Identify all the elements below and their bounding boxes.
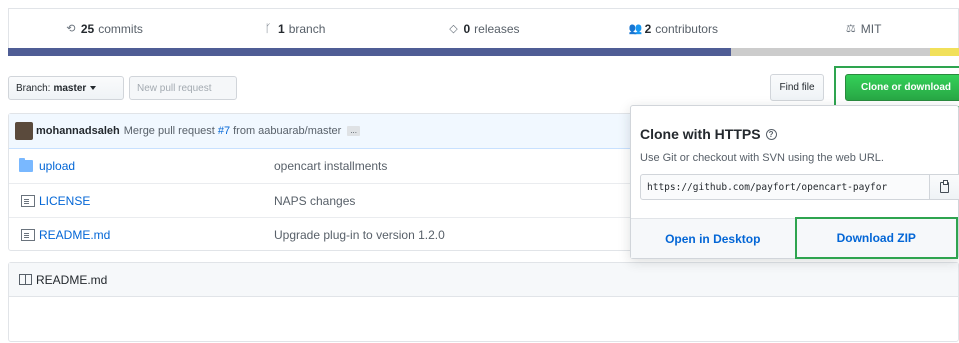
license-label: MIT xyxy=(860,21,882,36)
clone-dropdown-footer: Open in Desktop Download ZIP xyxy=(631,217,958,259)
file-commit-message[interactable]: opencart installments xyxy=(274,159,387,173)
contributors-link[interactable]: 👥 2 contributors xyxy=(578,9,768,48)
file-name-link[interactable]: upload xyxy=(39,159,75,173)
new-pull-request-button[interactable]: New pull request xyxy=(129,76,237,100)
clone-dropdown-title: Clone with HTTPS ? xyxy=(640,126,777,142)
history-icon: ⟲ xyxy=(66,22,76,35)
copy-url-button[interactable] xyxy=(930,174,959,200)
clone-button-label: Clone or download xyxy=(861,82,951,93)
language-segment[interactable] xyxy=(8,48,731,56)
commits-count: 25 xyxy=(80,21,95,36)
download-zip-button[interactable]: Download ZIP xyxy=(794,217,958,259)
file-commit-message[interactable]: NAPS changes xyxy=(274,194,355,208)
file-commit-message[interactable]: Upgrade plug-in to version 1.2.0 xyxy=(274,228,445,242)
commit-message-prefix[interactable]: Merge pull request xyxy=(124,125,215,137)
releases-label: releases xyxy=(474,21,520,36)
question-icon[interactable]: ? xyxy=(765,128,777,140)
law-icon: ⚖ xyxy=(845,22,856,35)
commits-label: commits xyxy=(98,21,143,36)
branch-select-button[interactable]: Branch: master xyxy=(8,76,124,100)
folder-icon xyxy=(19,158,33,172)
releases-link[interactable]: ◇ 0 releases xyxy=(389,9,579,48)
releases-count: 0 xyxy=(463,21,471,36)
license-link[interactable]: ⚖ MIT xyxy=(768,9,958,48)
readme-box: README.md xyxy=(8,262,959,342)
readme-title: README.md xyxy=(36,272,108,287)
file-navigation-toolbar: Branch: master New pull request Find fil… xyxy=(8,66,959,108)
contributors-label: contributors xyxy=(655,21,718,36)
commits-link[interactable]: ⟲ 25 commits xyxy=(9,9,199,48)
readme-header: README.md xyxy=(9,263,958,297)
file-icon xyxy=(21,228,35,241)
commit-author[interactable]: mohannadsaleh xyxy=(36,125,120,137)
book-icon xyxy=(19,274,32,285)
commit-pr-link[interactable]: #7 xyxy=(218,125,230,137)
branch-name: master xyxy=(53,82,87,94)
file-name-link[interactable]: README.md xyxy=(39,228,110,242)
caret-down-icon xyxy=(90,86,97,90)
clone-url-group xyxy=(640,174,959,200)
language-segment[interactable] xyxy=(930,48,959,56)
branch-icon: ᚴ xyxy=(264,22,272,35)
file-icon xyxy=(21,194,35,207)
branches-label: branch xyxy=(288,21,326,36)
clone-title-text: Clone with HTTPS xyxy=(640,126,761,142)
branches-count: 1 xyxy=(278,21,285,36)
tag-icon: ◇ xyxy=(449,22,458,35)
branch-prefix: Branch: xyxy=(16,82,51,94)
clipboard-icon xyxy=(940,179,949,193)
commit-message-suffix[interactable]: from aabuarab/master xyxy=(233,125,341,137)
language-segment[interactable] xyxy=(730,48,931,56)
contributors-count: 2 xyxy=(644,21,652,36)
avatar[interactable] xyxy=(15,122,33,140)
branches-link[interactable]: ᚴ 1 branch xyxy=(199,9,389,48)
open-in-desktop-button[interactable]: Open in Desktop xyxy=(631,219,795,258)
expand-commit-button[interactable]: ... xyxy=(347,126,360,136)
repo-summary-bar: ⟲ 25 commits ᚴ 1 branch ◇ 0 releases 👥 2… xyxy=(8,8,959,48)
clone-dropdown: Clone with HTTPS ? Use Git or checkout w… xyxy=(630,105,959,259)
file-name-link[interactable]: LICENSE xyxy=(39,194,90,208)
language-bar[interactable] xyxy=(8,48,959,56)
clone-description: Use Git or checkout with SVN using the w… xyxy=(640,152,884,164)
people-icon: 👥 xyxy=(628,22,643,35)
clone-or-download-button[interactable]: Clone or download xyxy=(845,74,959,101)
clone-url-input[interactable] xyxy=(640,174,930,200)
find-file-button[interactable]: Find file xyxy=(770,74,824,101)
